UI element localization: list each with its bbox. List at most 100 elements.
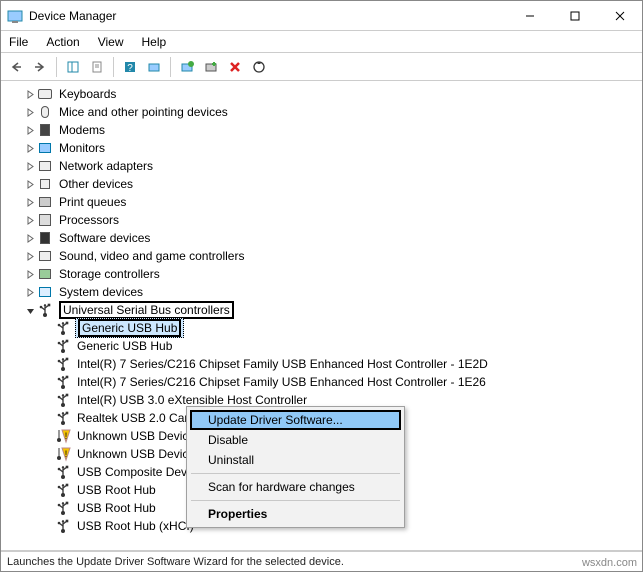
add-legacy-hardware-icon[interactable]	[200, 56, 222, 78]
ctx-separator	[191, 500, 400, 501]
ctx-disable[interactable]: Disable	[190, 430, 401, 450]
ctx-uninstall[interactable]: Uninstall	[190, 450, 401, 470]
tree-node[interactable]: Storage controllers	[5, 265, 642, 283]
tree-leaf-label: Intel(R) 7 Series/C216 Chipset Family US…	[75, 357, 490, 371]
tree-node[interactable]: Keyboards	[5, 85, 642, 103]
ctx-scan[interactable]: Scan for hardware changes	[190, 477, 401, 497]
tree-node-label: System devices	[57, 285, 145, 299]
usb-icon	[55, 356, 71, 372]
tree-leaf-label: Intel(R) 7 Series/C216 Chipset Family US…	[75, 375, 488, 389]
ctx-update-driver[interactable]: Update Driver Software...	[190, 410, 401, 430]
update-driver-icon[interactable]	[176, 56, 198, 78]
expand-icon[interactable]	[23, 234, 37, 243]
network-icon	[37, 158, 53, 174]
collapse-icon[interactable]	[23, 306, 37, 315]
usb-icon	[55, 464, 71, 480]
expand-icon[interactable]	[23, 270, 37, 279]
uninstall-icon[interactable]	[224, 56, 246, 78]
tree-leaf[interactable]: Intel(R) 7 Series/C216 Chipset Family US…	[5, 373, 642, 391]
usb-icon	[55, 338, 71, 354]
keyboard-icon	[37, 86, 53, 102]
tree-node-label: Modems	[57, 123, 107, 137]
software-icon	[37, 230, 53, 246]
scan-hardware-icon[interactable]	[143, 56, 165, 78]
titlebar: Device Manager	[1, 1, 642, 31]
back-button[interactable]	[5, 56, 27, 78]
forward-button[interactable]	[29, 56, 51, 78]
tree-node[interactable]: Network adapters	[5, 157, 642, 175]
tree-node-label: Processors	[57, 213, 121, 227]
tree-node-label: Software devices	[57, 231, 152, 245]
expand-icon[interactable]	[23, 198, 37, 207]
system-icon	[37, 284, 53, 300]
toolbar: ?	[1, 53, 642, 81]
tree-node-label: Universal Serial Bus controllers	[57, 301, 236, 319]
tree-node-label: Storage controllers	[57, 267, 162, 281]
help-icon[interactable]: ?	[119, 56, 141, 78]
tree-node[interactable]: Processors	[5, 211, 642, 229]
svg-text:?: ?	[127, 63, 133, 74]
show-hide-console-tree-icon[interactable]	[62, 56, 84, 78]
menubar: File Action View Help	[1, 31, 642, 53]
tree-node[interactable]: Print queues	[5, 193, 642, 211]
watermark: wsxdn.com	[582, 557, 637, 569]
minimize-button[interactable]	[507, 1, 552, 30]
close-button[interactable]	[597, 1, 642, 30]
tree-leaf-label: USB Composite Device	[75, 465, 204, 479]
tree-node[interactable]: Mice and other pointing devices	[5, 103, 642, 121]
tree-node-label: Print queues	[57, 195, 128, 209]
refresh-icon[interactable]	[248, 56, 270, 78]
tree-node[interactable]: Other devices	[5, 175, 642, 193]
expand-icon[interactable]	[23, 288, 37, 297]
ctx-separator	[191, 473, 400, 474]
menu-help[interactable]: Help	[140, 33, 169, 51]
tree-node[interactable]: Monitors	[5, 139, 642, 157]
expand-icon[interactable]	[23, 90, 37, 99]
expand-icon[interactable]	[23, 126, 37, 135]
usb-icon	[55, 392, 71, 408]
tree-node[interactable]: Software devices	[5, 229, 642, 247]
expand-icon[interactable]	[23, 108, 37, 117]
monitor-icon	[37, 140, 53, 156]
tree-node-label: Network adapters	[57, 159, 155, 173]
tree-node[interactable]: Universal Serial Bus controllers	[5, 301, 642, 319]
tree-leaf-label: Unknown USB Device	[75, 447, 197, 461]
tree-node[interactable]: Sound, video and game controllers	[5, 247, 642, 265]
device-manager-window: Device Manager File Action View Help ? K…	[0, 0, 643, 572]
status-text: Launches the Update Driver Software Wiza…	[7, 556, 344, 568]
maximize-button[interactable]	[552, 1, 597, 30]
tree-node-label: Keyboards	[57, 87, 118, 101]
mouse-icon	[37, 104, 53, 120]
menu-view[interactable]: View	[96, 33, 126, 51]
usb-icon	[55, 374, 71, 390]
tree-leaf[interactable]: Intel(R) 7 Series/C216 Chipset Family US…	[5, 355, 642, 373]
tree-leaf-label: USB Root Hub	[75, 501, 158, 515]
menu-file[interactable]: File	[7, 33, 30, 51]
tree-leaf[interactable]: Generic USB Hub	[5, 319, 642, 337]
usb-icon	[55, 320, 71, 336]
separator	[170, 57, 171, 77]
tree-node-label: Other devices	[57, 177, 135, 191]
tree-leaf-label: Unknown USB Device	[75, 429, 197, 443]
expand-icon[interactable]	[23, 252, 37, 261]
expand-icon[interactable]	[23, 162, 37, 171]
usb-icon	[55, 500, 71, 516]
expand-icon[interactable]	[23, 216, 37, 225]
tree-node[interactable]: System devices	[5, 283, 642, 301]
tree-leaf-label: Generic USB Hub	[75, 339, 174, 353]
sound-icon	[37, 248, 53, 264]
tree-leaf[interactable]: Generic USB Hub	[5, 337, 642, 355]
ctx-properties[interactable]: Properties	[190, 504, 401, 524]
menu-action[interactable]: Action	[44, 33, 81, 51]
svg-text:!: !	[65, 449, 68, 459]
statusbar: Launches the Update Driver Software Wiza…	[1, 551, 642, 571]
tree-leaf-label: USB Root Hub	[75, 483, 158, 497]
properties-icon[interactable]	[86, 56, 108, 78]
expand-icon[interactable]	[23, 180, 37, 189]
expand-icon[interactable]	[23, 144, 37, 153]
tree-node[interactable]: Modems	[5, 121, 642, 139]
warning-icon: !	[55, 428, 71, 444]
storage-icon	[37, 266, 53, 282]
tree-leaf-label: Intel(R) USB 3.0 eXtensible Host Control…	[75, 393, 309, 407]
tree-leaf-label: Generic USB Hub	[75, 318, 184, 338]
